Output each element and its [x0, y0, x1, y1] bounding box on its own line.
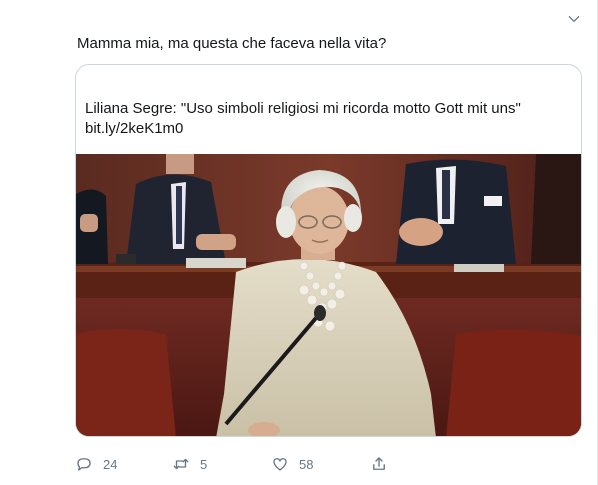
- reply-count: 24: [103, 456, 118, 472]
- card-title: Liliana Segre: "Uso simboli religiosi mi…: [85, 100, 521, 117]
- card-header: Liliana Segre: "Uso simboli religiosi mi…: [76, 65, 581, 153]
- share-button[interactable]: [370, 452, 388, 476]
- tweet-actions: 24 5 58: [75, 452, 405, 476]
- like-count: 58: [299, 456, 314, 472]
- tweet-text: Mamma mia, ma questa che faceva nella vi…: [77, 35, 387, 52]
- heart-icon: [273, 458, 287, 471]
- retweet-icon: [173, 458, 189, 470]
- tweet[interactable]: Mamma mia, ma questa che faceva nella vi…: [0, 0, 598, 485]
- reply-icon: [77, 458, 91, 471]
- share-icon: [373, 457, 385, 470]
- reply-button[interactable]: 24: [75, 452, 117, 476]
- card-photo: [76, 154, 581, 436]
- card-link[interactable]: bit.ly/2keK1m0: [85, 119, 183, 139]
- retweet-button[interactable]: 5: [172, 452, 207, 476]
- retweet-count: 5: [200, 456, 208, 472]
- tweet-menu-button[interactable]: [565, 10, 583, 28]
- chevron-down-icon: [568, 16, 580, 22]
- link-card[interactable]: Liliana Segre: "Uso simboli religiosi mi…: [75, 64, 582, 437]
- like-button[interactable]: 58: [271, 452, 313, 476]
- card-image[interactable]: [76, 154, 581, 436]
